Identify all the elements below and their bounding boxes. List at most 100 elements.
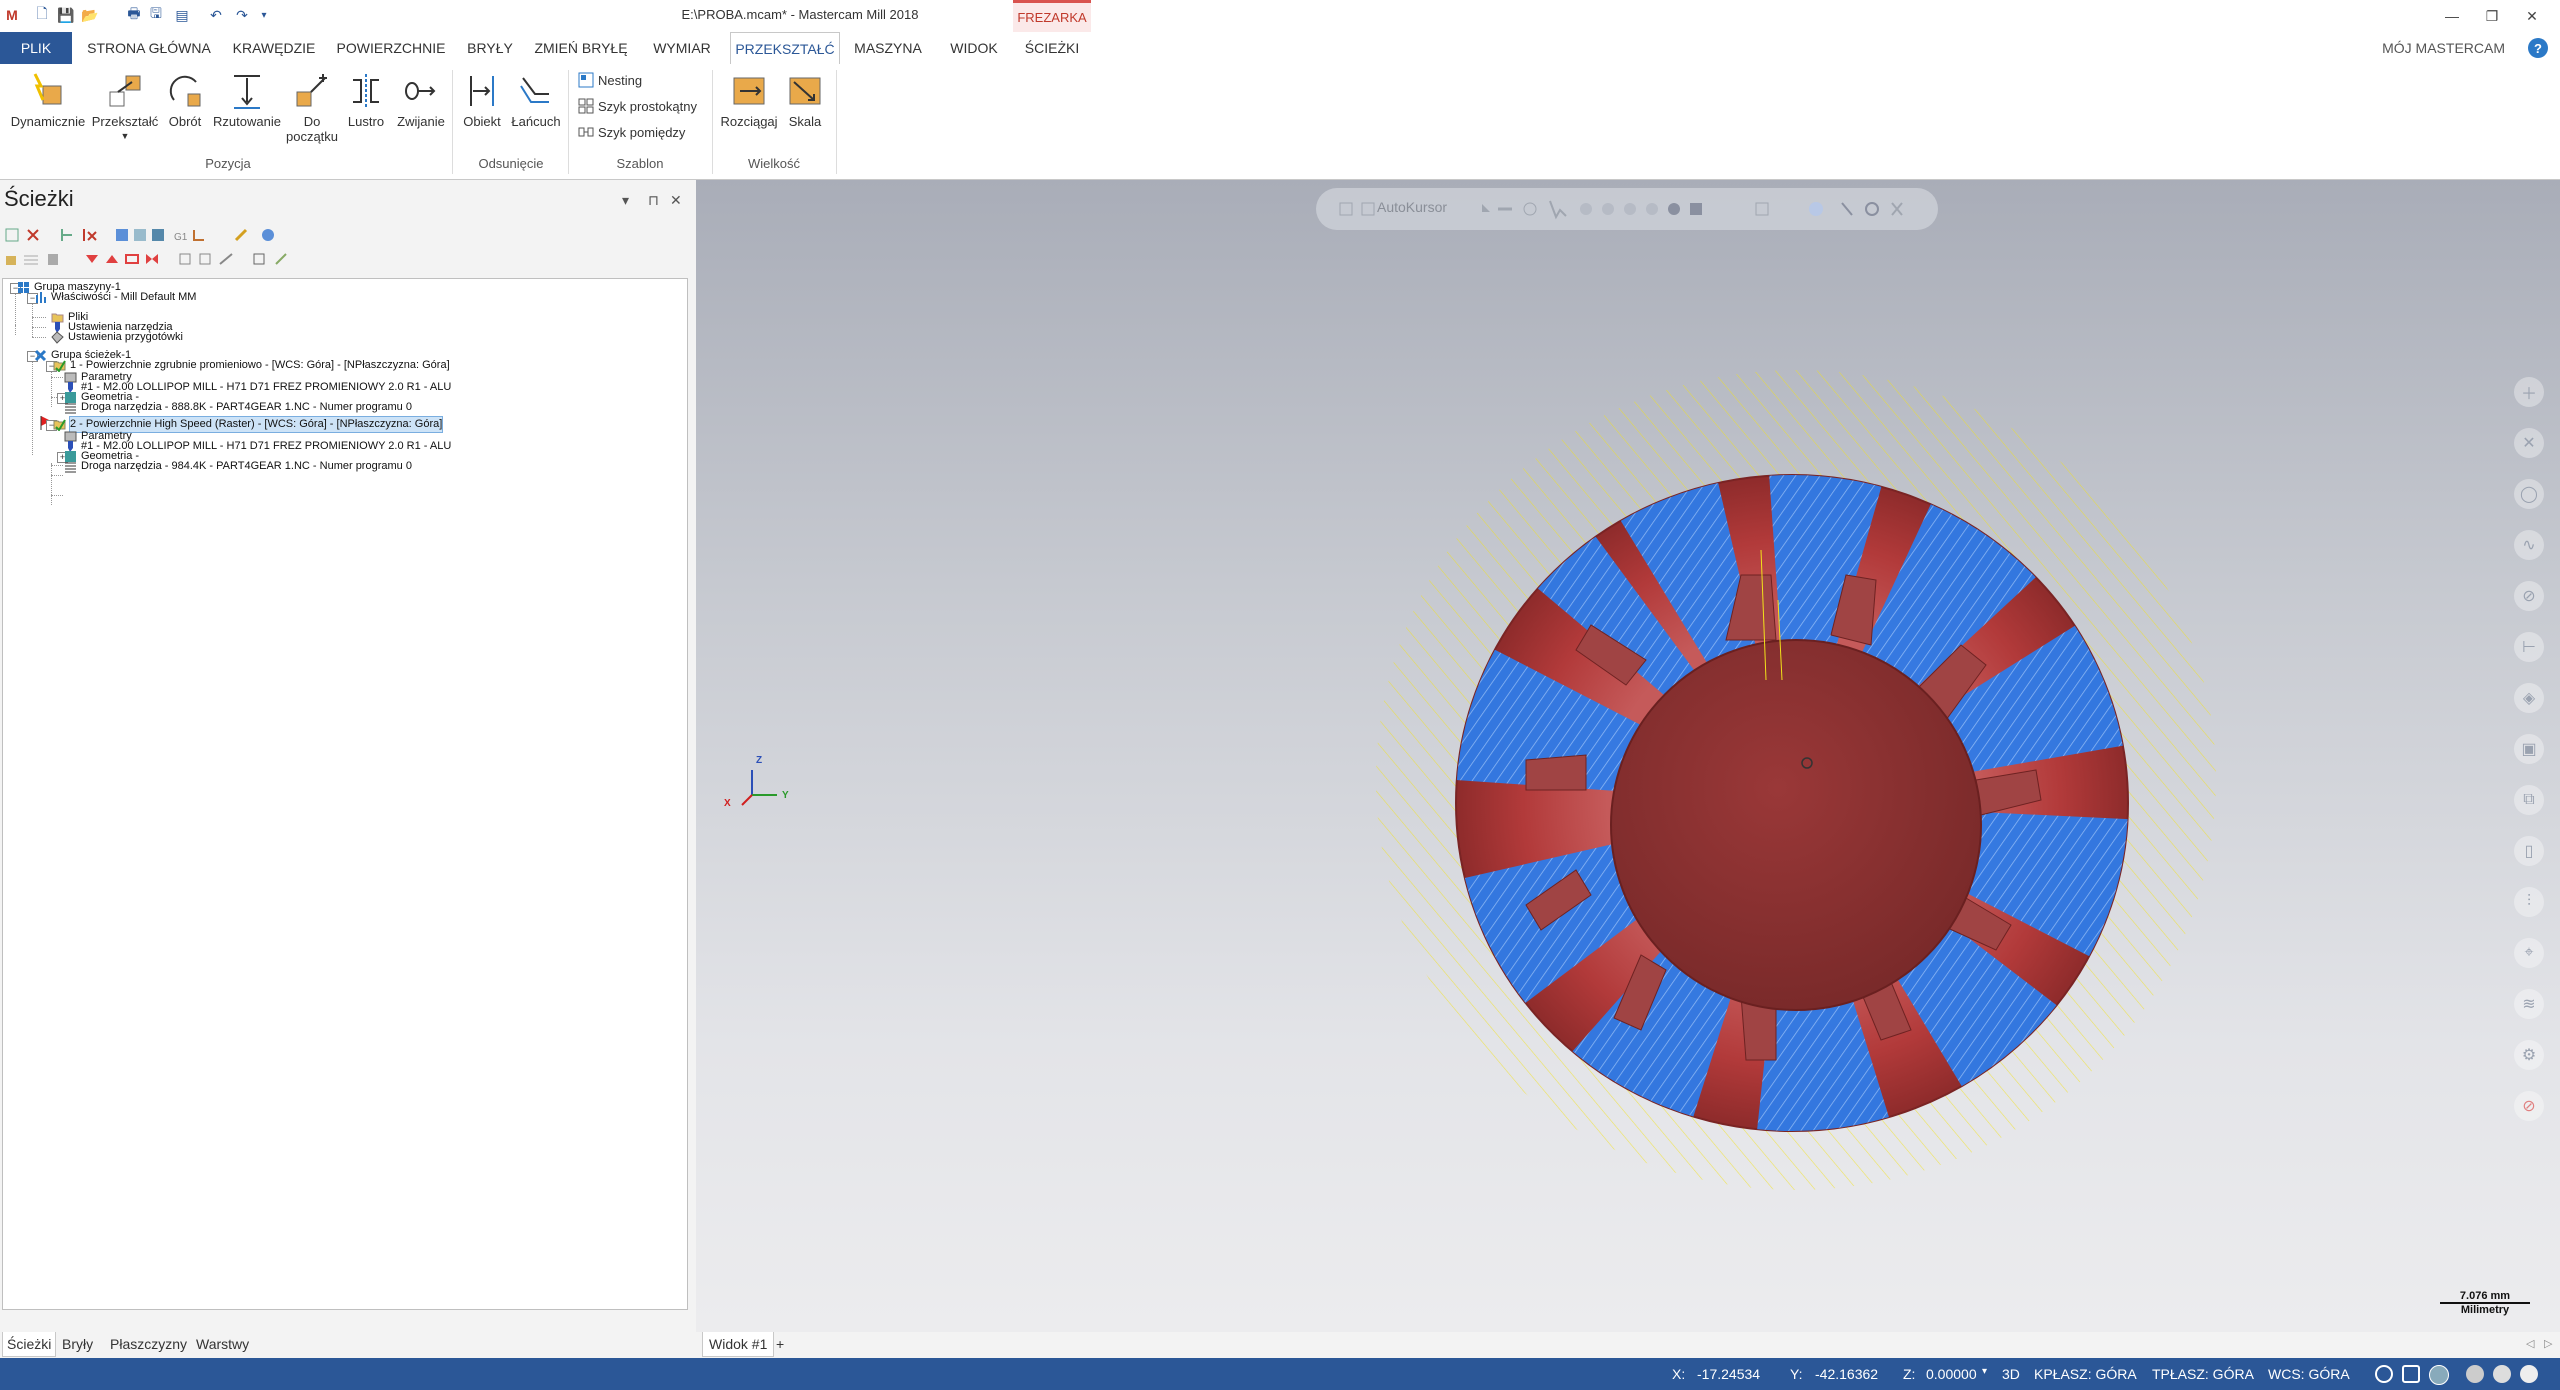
settings-icon[interactable]: ⚙ bbox=[2514, 1040, 2544, 1070]
chamfer-icon[interactable]: ⊘ bbox=[2514, 581, 2544, 611]
box-icon[interactable]: ▣ bbox=[2514, 734, 2544, 764]
array-between-button[interactable]: Szyk pomiędzy bbox=[578, 124, 685, 140]
transform-label: Przekształć bbox=[91, 114, 159, 129]
close-button[interactable]: ✕ bbox=[2512, 4, 2552, 28]
graphics-viewport[interactable]: Z Y X bbox=[696, 180, 2560, 1332]
minimize-button[interactable]: — bbox=[2432, 4, 2472, 28]
window-title: E:\PROBA.mcam* - Mastercam Mill 2018 bbox=[681, 7, 919, 22]
status-wcs[interactable]: WCS: GÓRA bbox=[2268, 1366, 2350, 1382]
trim-icon[interactable]: ✕ bbox=[2514, 428, 2544, 458]
tree-node-stock-setup[interactable]: Ustawienia przygotówki bbox=[51, 330, 183, 345]
rotate-button[interactable]: Obrót bbox=[162, 70, 208, 129]
filter-icon bbox=[275, 253, 287, 265]
tab-wymiar[interactable]: WYMIAR bbox=[642, 32, 722, 64]
select-arrow-icon bbox=[1549, 200, 1567, 220]
scale-bar: 7.076 mm Milimetry bbox=[2440, 1290, 2530, 1316]
toolpath-toolbar-row2[interactable] bbox=[4, 250, 304, 268]
tab-levels-panel[interactable]: Warstwy bbox=[192, 1332, 253, 1356]
solid-icon[interactable]: ◈ bbox=[2514, 683, 2544, 713]
operations-tree[interactable]: − Grupa maszyny-1 − Właściwości - Mill D… bbox=[2, 278, 688, 1310]
tab-maszyna[interactable]: MASZYNA bbox=[848, 32, 928, 64]
my-mastercam-link[interactable]: MÓJ MASTERCAM bbox=[2382, 40, 2505, 56]
page-icon[interactable]: ▯ bbox=[2514, 836, 2544, 866]
tab-scroll-right-icon[interactable]: ▷ bbox=[2544, 1332, 2552, 1356]
translucency-icon[interactable] bbox=[2493, 1365, 2511, 1383]
rect-array-button[interactable]: Szyk prostokątny bbox=[578, 98, 697, 114]
status-z-value[interactable]: 0.00000 bbox=[1926, 1366, 1977, 1382]
regen-dirty-icon bbox=[83, 229, 97, 241]
circle-icon[interactable]: ◯ bbox=[2514, 479, 2544, 509]
project-button[interactable]: Rzutowanie bbox=[210, 70, 284, 129]
nesting-button[interactable]: Nesting bbox=[578, 72, 642, 88]
add-view-tab-button[interactable]: + bbox=[776, 1332, 784, 1356]
offset-chain-label: Łańcuch bbox=[511, 114, 561, 129]
tab-sciezki[interactable]: ŚCIEŻKI bbox=[1014, 32, 1090, 64]
tab-scroll-left-icon[interactable]: ◁ bbox=[2526, 1332, 2534, 1356]
tree-node-toolpath[interactable]: Droga narzędzia - 984.4K - PART4GEAR 1.N… bbox=[64, 459, 412, 474]
status-tplane[interactable]: TPŁASZ: GÓRA bbox=[2152, 1366, 2254, 1382]
tree-node-toolpath[interactable]: Droga narzędzia - 888.8K - PART4GEAR 1.N… bbox=[64, 400, 412, 415]
restore-button[interactable]: ❐ bbox=[2472, 4, 2512, 28]
analyze-icon[interactable]: ⌖ bbox=[2514, 938, 2544, 968]
group-label-odsuniecie: Odsunięcie bbox=[478, 156, 544, 171]
material-icon[interactable] bbox=[2520, 1365, 2538, 1383]
autocursor-label[interactable]: AutoKursor bbox=[1377, 199, 1447, 215]
to-origin-button[interactable]: Do początku bbox=[286, 70, 338, 144]
panel-menu-icon[interactable]: ▾ bbox=[622, 192, 629, 209]
layers-icon[interactable]: ≋ bbox=[2514, 989, 2544, 1019]
backplot-icon bbox=[116, 229, 128, 241]
transform-dropdown-icon[interactable]: ▼ bbox=[121, 129, 130, 144]
help-icon[interactable]: ? bbox=[2528, 38, 2548, 58]
tab-bryly[interactable]: BRYŁY bbox=[460, 32, 520, 64]
wrap-button[interactable]: Zwijanie bbox=[394, 70, 448, 129]
tab-toolpaths-panel[interactable]: Ścieżki bbox=[2, 1332, 57, 1357]
toolpath-icon bbox=[65, 403, 76, 414]
globe-icon[interactable] bbox=[2375, 1365, 2393, 1383]
scale-button[interactable]: Skala bbox=[782, 70, 828, 129]
tab-widok[interactable]: WIDOK bbox=[938, 32, 1010, 64]
wireframe-icon[interactable] bbox=[2402, 1365, 2420, 1383]
transform-button[interactable]: Przekształć ▼ bbox=[90, 70, 160, 144]
ruler-icon[interactable]: ⫶ bbox=[2514, 887, 2544, 917]
shaded-edges-icon[interactable] bbox=[2466, 1365, 2484, 1383]
lock-toolbar-icon bbox=[1339, 202, 1353, 216]
cancel-icon[interactable]: ⊘ bbox=[2514, 1091, 2544, 1121]
tab-krawedzie[interactable]: KRAWĘDZIE bbox=[226, 32, 322, 64]
axis-x-label: X bbox=[724, 798, 731, 809]
add-icon[interactable]: ＋ bbox=[2514, 377, 2544, 407]
autocursor-dropdown-icon bbox=[1482, 204, 1490, 212]
tab-powierzchnie[interactable]: POWIERZCHNIE bbox=[332, 32, 450, 64]
tab-strona-glowna[interactable]: STRONA GŁÓWNA bbox=[82, 32, 216, 64]
toolpath-manager-icon bbox=[253, 253, 265, 265]
panel-close-icon[interactable]: ✕ bbox=[670, 192, 682, 209]
dimension-icon[interactable]: ⊢ bbox=[2514, 632, 2544, 662]
tab-przeksztalc[interactable]: PRZEKSZTAŁĆ bbox=[730, 32, 840, 65]
clear-icon bbox=[1891, 202, 1903, 216]
toolpath-toolbar-row1[interactable]: G1 bbox=[4, 226, 284, 244]
move-up-icon bbox=[106, 255, 118, 263]
tab-zmien-bryle[interactable]: ZMIEŃ BRYŁĘ bbox=[530, 32, 632, 64]
shaded-icon[interactable] bbox=[2429, 1365, 2449, 1385]
z-dropdown-icon[interactable]: ▾ bbox=[1982, 1366, 1987, 1377]
tree-node-properties[interactable]: Właściwości - Mill Default MM bbox=[34, 290, 196, 305]
dynamic-button[interactable]: Dynamicznie bbox=[8, 70, 88, 129]
tab-solids-panel[interactable]: Bryły bbox=[58, 1332, 97, 1356]
offset-entity-button[interactable]: Obiekt bbox=[458, 70, 506, 129]
curve-icon[interactable]: ∿ bbox=[2514, 530, 2544, 560]
tree-label: Droga narzędzia - 984.4K - PART4GEAR 1.N… bbox=[81, 460, 412, 472]
toolpath-icon bbox=[65, 462, 76, 473]
status-mode[interactable]: 3D bbox=[2002, 1366, 2020, 1382]
status-cplane[interactable]: KPŁASZ: GÓRA bbox=[2034, 1366, 2137, 1382]
offset-chain-button[interactable]: Łańcuch bbox=[508, 70, 564, 129]
tab-planes-panel[interactable]: Płaszczyzny bbox=[106, 1332, 191, 1356]
copy-icon[interactable]: ⧉ bbox=[2514, 785, 2544, 815]
mirror-button[interactable]: Lustro bbox=[344, 70, 388, 129]
group-label-szablon: Szablon bbox=[616, 156, 664, 171]
scale-value: 7.076 mm bbox=[2440, 1290, 2530, 1304]
toggle-display-icon bbox=[24, 255, 38, 265]
panel-pin-icon[interactable]: ⊓ bbox=[648, 192, 659, 209]
tab-view-1[interactable]: Widok #1 bbox=[702, 1332, 775, 1357]
single-display-icon bbox=[179, 253, 191, 265]
stretch-button[interactable]: Rozciągaj bbox=[718, 70, 780, 129]
tab-plik[interactable]: PLIK bbox=[0, 32, 72, 64]
